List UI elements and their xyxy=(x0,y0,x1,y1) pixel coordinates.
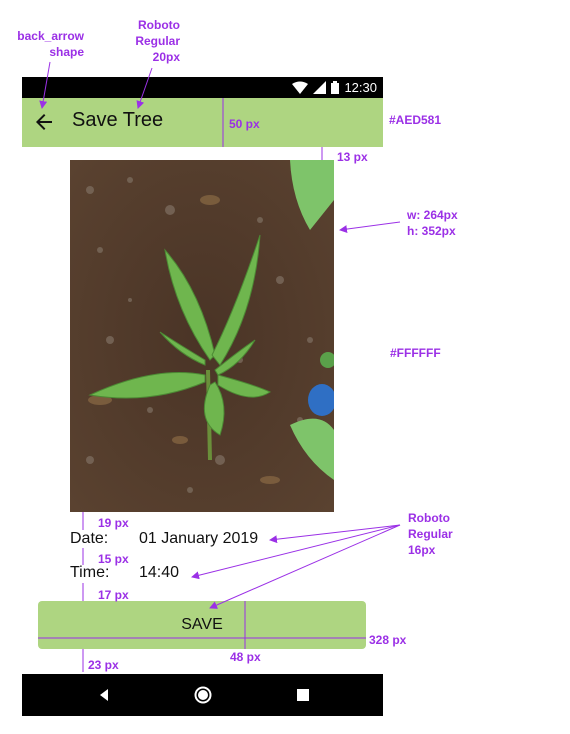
annotation-body-font: Roboto Regular 16px xyxy=(408,510,453,558)
battery-icon xyxy=(331,81,340,94)
annotation-text: w: 264px xyxy=(407,208,458,222)
annotation-appbar-color: #AED581 xyxy=(389,113,442,127)
annotation-gap-17: 17 px xyxy=(98,588,129,602)
nav-recents-icon[interactable] xyxy=(293,685,313,705)
status-bar: 12:30 xyxy=(22,77,383,98)
back-arrow-icon[interactable] xyxy=(32,110,56,134)
annotation-button-width: 328 px xyxy=(369,633,407,647)
signal-icon xyxy=(313,81,327,94)
annotation-button-height: 48 px xyxy=(230,650,261,664)
nav-home-icon[interactable] xyxy=(193,685,213,705)
time-value: 14:40 xyxy=(139,564,180,581)
tree-photo xyxy=(70,160,334,512)
date-label: Date: xyxy=(70,530,109,547)
annotation-gap-13: 13 px xyxy=(337,150,368,164)
status-time: 12:30 xyxy=(344,80,377,95)
annotation-text: Regular xyxy=(135,34,180,48)
app-title: Save Tree xyxy=(72,109,164,131)
annotation-text: Roboto xyxy=(408,511,450,525)
annotation-text: h: 352px xyxy=(407,224,456,238)
app-bar: Save Tree xyxy=(22,98,383,147)
annotation-text: Roboto xyxy=(138,18,180,32)
nav-back-icon[interactable] xyxy=(94,685,114,705)
wifi-icon xyxy=(292,81,309,94)
annotation-text: 20px xyxy=(152,50,180,64)
annotation-gap-15: 15 px xyxy=(98,552,129,566)
phone-screen: 12:30 Save Tree Date: 01 January 2019 Ti… xyxy=(22,77,383,716)
annotation-gap-19: 19 px xyxy=(98,516,129,530)
navigation-bar xyxy=(22,674,383,716)
date-value: 01 January 2019 xyxy=(139,530,259,547)
annotation-image-size: w: 264px h: 352px xyxy=(407,207,458,239)
annotation-text: back_arrow xyxy=(17,29,84,43)
annotation-title-font: Roboto Regular 20px xyxy=(120,17,180,65)
annotation-text: 16px xyxy=(408,543,436,557)
annotation-text: shape xyxy=(49,45,84,59)
annotation-back-arrow: back_arrow shape xyxy=(10,28,84,60)
annotation-appbar-height: 50 px xyxy=(229,117,260,131)
annotation-text: Regular xyxy=(408,527,453,541)
save-button[interactable]: SAVE xyxy=(38,601,366,649)
annotation-bg-color: #FFFFFF xyxy=(390,346,441,360)
annotation-gap-23: 23 px xyxy=(88,658,119,672)
